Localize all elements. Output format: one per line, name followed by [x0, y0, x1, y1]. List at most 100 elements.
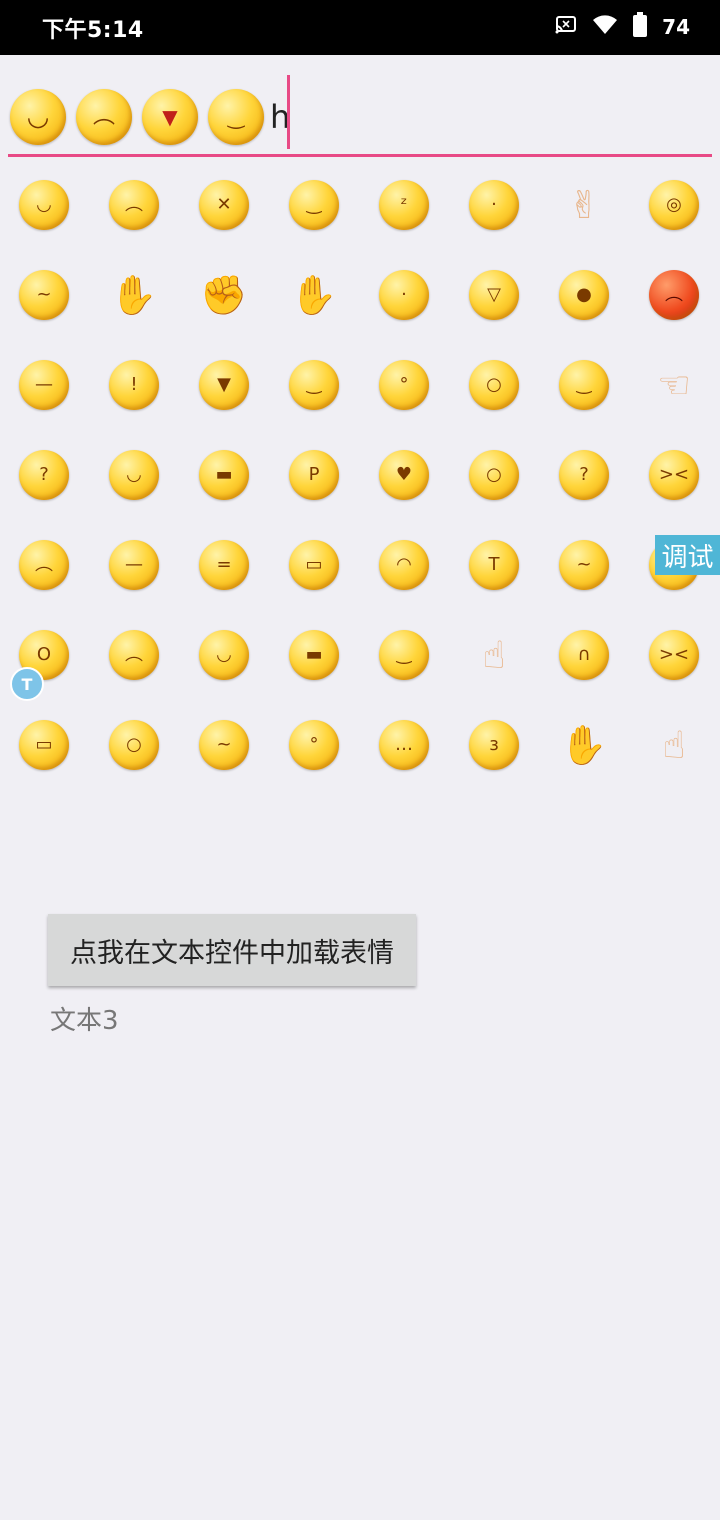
- emoji-cell[interactable]: ?: [9, 440, 79, 510]
- emoji-cell[interactable]: ><: [639, 440, 709, 510]
- hand-point-left-icon: ☜: [656, 363, 692, 407]
- blush-cry-icon: °: [379, 360, 429, 410]
- cry-hands-icon: ~: [559, 540, 609, 590]
- emoji-cell[interactable]: ○: [99, 710, 169, 780]
- emoji-cell[interactable]: ○: [459, 440, 529, 510]
- think-icon: …: [379, 720, 429, 770]
- load-emoji-button[interactable]: 点我在文本控件中加载表情: [48, 914, 416, 986]
- emoji-cell[interactable]: ·: [369, 260, 439, 330]
- pout-icon: ︵: [109, 630, 159, 680]
- emoji-cell[interactable]: =: [189, 530, 259, 600]
- status-time: 下午5:14: [42, 18, 144, 43]
- emoji-cell[interactable]: ♥: [369, 440, 439, 510]
- emoji-cell[interactable]: —: [99, 530, 169, 600]
- fist-hand-icon: ✊: [200, 272, 248, 317]
- hammer-hit-icon: T: [469, 540, 519, 590]
- emoji-cell[interactable]: ☝: [639, 710, 709, 780]
- emoji-cell[interactable]: ▬: [279, 620, 349, 690]
- emoji-cell[interactable]: ▬: [189, 440, 259, 510]
- puzzled-icon: ?: [19, 450, 69, 500]
- battery-icon: [632, 12, 648, 42]
- status-icons: 74: [554, 12, 690, 42]
- emoji-cell[interactable]: ✋: [99, 260, 169, 330]
- blush-stare-icon: ○: [469, 450, 519, 500]
- emoji-cell[interactable]: ✊: [189, 260, 259, 330]
- emoji-cell[interactable]: ○: [459, 350, 529, 420]
- laugh-sweat-icon: ><: [649, 630, 699, 680]
- emoji-cell[interactable]: ‿: [279, 170, 349, 240]
- emoji-cell[interactable]: ▭: [9, 710, 79, 780]
- debug-tag[interactable]: 调试: [655, 535, 720, 575]
- emoji-cell[interactable]: ~: [549, 530, 619, 600]
- sad-hands-icon: ︵: [19, 540, 69, 590]
- confused-question-icon: ?: [559, 450, 609, 500]
- emoji-grid-row: ︵—=▭◠T~◡: [0, 530, 720, 620]
- frown-icon: ︵: [76, 89, 132, 145]
- emoji-cell[interactable]: ·: [459, 170, 529, 240]
- angry-drool-icon: ▼: [142, 89, 198, 145]
- emoji-cell[interactable]: ︵: [639, 260, 709, 330]
- tilt-smile-icon: ‿: [379, 630, 429, 680]
- emoji-cell[interactable]: ᶻ: [369, 170, 439, 240]
- emoji-cell[interactable]: ‿: [279, 350, 349, 420]
- emoji-cell[interactable]: ><: [639, 620, 709, 690]
- giggle-hand-icon: ◡: [109, 450, 159, 500]
- emoji-cell[interactable]: ✋: [279, 260, 349, 330]
- emoji-cell[interactable]: ︵: [99, 170, 169, 240]
- emoji-cell[interactable]: ✌: [549, 170, 619, 240]
- emoji-cell[interactable]: ◡: [189, 620, 259, 690]
- emoji-cell[interactable]: ∩: [549, 620, 619, 690]
- emoji-cell[interactable]: …: [369, 710, 439, 780]
- big-grin-icon: ▭: [289, 540, 339, 590]
- handshake-hand-icon: ✋: [110, 272, 158, 317]
- emoji-cell[interactable]: ◠: [369, 530, 439, 600]
- emoji-cell[interactable]: P: [279, 440, 349, 510]
- wifi-icon: [592, 14, 618, 40]
- emoji-cell[interactable]: ‿: [369, 620, 439, 690]
- emoji-cell[interactable]: ✋: [549, 710, 619, 780]
- sweat-smile-icon: =: [199, 540, 249, 590]
- cool-sunglasses-icon: ▬: [199, 450, 249, 500]
- emoji-cell[interactable]: °: [279, 710, 349, 780]
- emoji-cell[interactable]: з: [459, 710, 529, 780]
- smirk-icon: ‿: [289, 180, 339, 230]
- emoji-cell[interactable]: T: [459, 530, 529, 600]
- emoji-cell[interactable]: ☝: [459, 620, 529, 690]
- grin-icon: ◡: [19, 180, 69, 230]
- emoji-cell[interactable]: °: [369, 350, 439, 420]
- emoji-cell[interactable]: ◡: [99, 440, 169, 510]
- shy-smile-icon: ‿: [208, 89, 264, 145]
- emoji-cell[interactable]: ?: [549, 440, 619, 510]
- kiss-icon: з: [469, 720, 519, 770]
- point-up-hand-icon: ☝: [662, 723, 686, 767]
- emoji-cell[interactable]: ︵: [9, 530, 79, 600]
- emoji-cell[interactable]: ~: [189, 710, 259, 780]
- emoji-cell[interactable]: ▽: [459, 260, 529, 330]
- emoji-cell[interactable]: ◎: [639, 170, 709, 240]
- lip-bite-icon: ●: [559, 270, 609, 320]
- emoji-cell[interactable]: ▼: [189, 350, 259, 420]
- emoji-cell[interactable]: ☜: [639, 350, 709, 420]
- emoji-text-input[interactable]: ◡ ︵ ▼ ‿ h: [0, 55, 720, 160]
- emoji-cell[interactable]: —: [9, 350, 79, 420]
- floating-assistant-button[interactable]: T: [10, 667, 44, 701]
- emoji-cell[interactable]: ●: [549, 260, 619, 330]
- sob-eyes-icon: ○: [469, 360, 519, 410]
- squint-smile-icon: ><: [649, 450, 699, 500]
- emoji-cell[interactable]: ‿: [549, 350, 619, 420]
- emoji-cell[interactable]: ▭: [279, 530, 349, 600]
- emoji-grid-row: ? ◡ ▬ P ♥ ○? ><: [0, 440, 720, 530]
- anxious-cry-icon: ~: [199, 720, 249, 770]
- text-label-3: 文本3: [50, 1006, 119, 1036]
- emoji-cell[interactable]: ~: [9, 260, 79, 330]
- emoji-cell[interactable]: ︵: [99, 620, 169, 690]
- crying-tears-icon: ∩: [559, 630, 609, 680]
- ok-hand-icon: ✋: [560, 722, 608, 767]
- sweat-look-icon: ·: [469, 180, 519, 230]
- emoji-cell[interactable]: ◡: [9, 170, 79, 240]
- emoji-cell[interactable]: !: [99, 350, 169, 420]
- emoji-grid-row: —! ▼ ‿ ° ○ ‿ ☜: [0, 350, 720, 440]
- emoji-grid-row: ◡ ︵ ✕ ‿ ᶻ · ✌ ◎: [0, 170, 720, 260]
- text-cursor: [287, 75, 290, 149]
- emoji-cell[interactable]: ✕: [189, 170, 259, 240]
